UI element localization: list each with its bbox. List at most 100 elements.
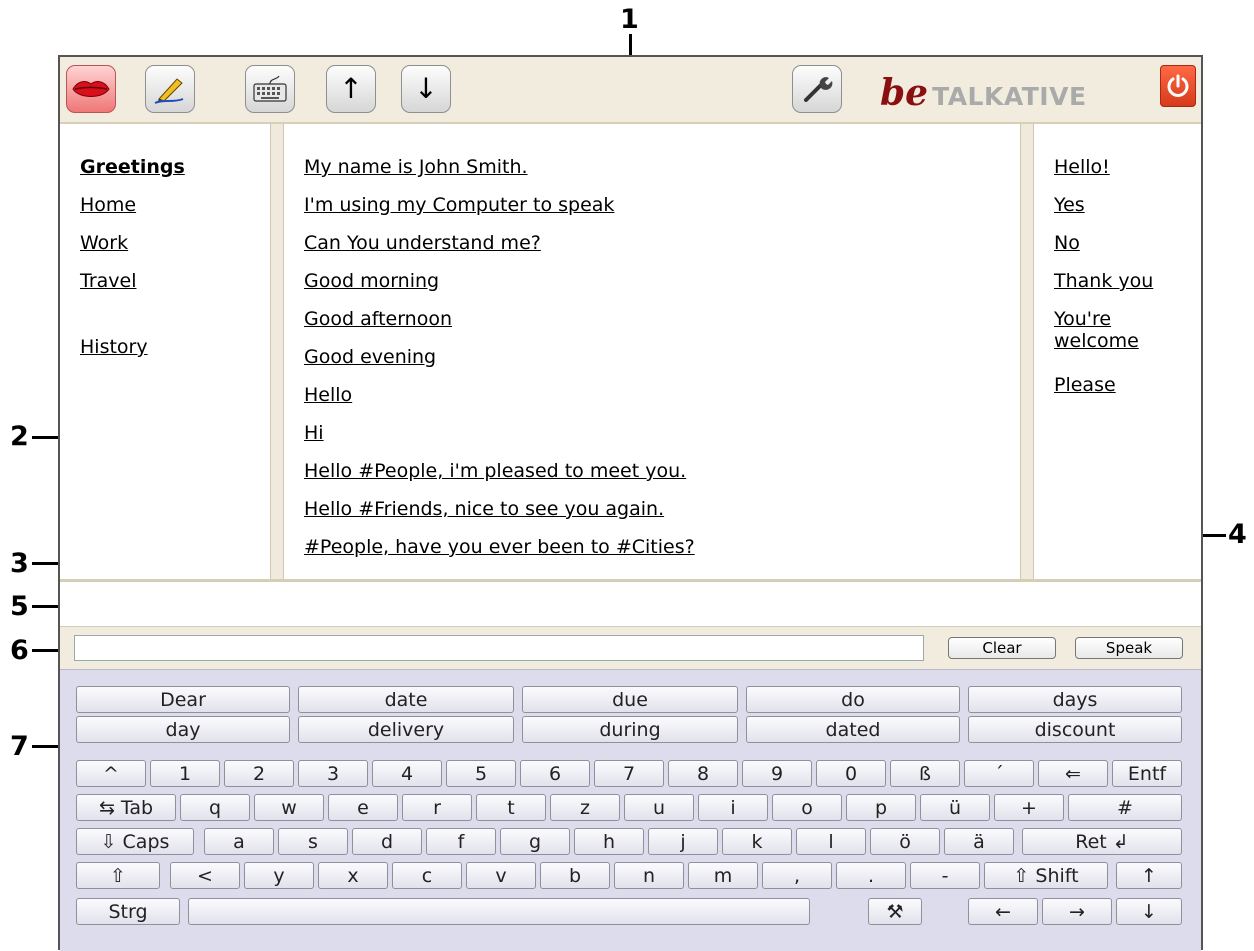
key-ae[interactable]: ä xyxy=(944,828,1014,855)
key-shift-left[interactable]: ⇧ xyxy=(76,862,160,889)
key-m[interactable]: m xyxy=(688,862,758,889)
quick-yes[interactable]: Yes xyxy=(1054,194,1085,216)
key-k[interactable]: k xyxy=(722,828,792,855)
key-caret[interactable]: ^ xyxy=(76,760,146,787)
key-u[interactable]: u xyxy=(624,794,694,821)
key-3[interactable]: 3 xyxy=(298,760,368,787)
key-tools[interactable]: ⚒ xyxy=(868,898,922,925)
key-s[interactable]: s xyxy=(278,828,348,855)
key-8[interactable]: 8 xyxy=(668,760,738,787)
key-z[interactable]: z xyxy=(550,794,620,821)
phrase-item[interactable]: Hello #People, i'm pleased to meet you. xyxy=(304,460,686,482)
key-0[interactable]: 0 xyxy=(816,760,886,787)
suggestion-key[interactable]: do xyxy=(746,686,960,713)
keyboard-toggle-button[interactable] xyxy=(245,65,295,113)
suggestion-key[interactable]: due xyxy=(522,686,738,713)
key-less-than[interactable]: < xyxy=(170,862,240,889)
key-backspace[interactable]: ⇐ xyxy=(1038,760,1108,787)
key-2[interactable]: 2 xyxy=(224,760,294,787)
pane-splitter-right[interactable] xyxy=(1020,124,1034,579)
key-tab[interactable]: ⇆ Tab xyxy=(76,794,176,821)
key-9[interactable]: 9 xyxy=(742,760,812,787)
quick-no[interactable]: No xyxy=(1054,232,1080,254)
key-minus[interactable]: - xyxy=(910,862,980,889)
key-l[interactable]: l xyxy=(796,828,866,855)
phrase-item[interactable]: Good evening xyxy=(304,346,436,368)
quick-youre-welcome[interactable]: You're welcome xyxy=(1054,308,1164,352)
suggestion-key[interactable]: during xyxy=(522,716,738,743)
key-acute[interactable]: ´ xyxy=(964,760,1034,787)
key-period[interactable]: . xyxy=(836,862,906,889)
suggestion-key[interactable]: days xyxy=(968,686,1182,713)
text-input[interactable] xyxy=(74,635,924,661)
phrase-item[interactable]: #People, have you ever been to #Cities? xyxy=(304,536,695,558)
scroll-up-button[interactable]: ↑ xyxy=(326,65,376,113)
key-p[interactable]: p xyxy=(846,794,916,821)
quick-hello[interactable]: Hello! xyxy=(1054,156,1110,178)
key-y[interactable]: y xyxy=(244,862,314,889)
key-a[interactable]: a xyxy=(204,828,274,855)
key-v[interactable]: v xyxy=(466,862,536,889)
key-h[interactable]: h xyxy=(574,828,644,855)
power-button[interactable] xyxy=(1160,65,1196,107)
phrase-item[interactable]: I'm using my Computer to speak xyxy=(304,194,614,216)
key-arrow-left[interactable]: ← xyxy=(968,898,1038,925)
phrase-item[interactable]: Can You understand me? xyxy=(304,232,541,254)
key-arrow-right[interactable]: → xyxy=(1042,898,1112,925)
key-4[interactable]: 4 xyxy=(372,760,442,787)
suggestion-key[interactable]: day xyxy=(76,716,290,743)
phrase-item[interactable]: My name is John Smith. xyxy=(304,156,528,178)
suggestion-key[interactable]: Dear xyxy=(76,686,290,713)
key-t[interactable]: t xyxy=(476,794,546,821)
suggestion-key[interactable]: dated xyxy=(746,716,960,743)
category-history[interactable]: History xyxy=(80,336,148,358)
quick-please[interactable]: Please xyxy=(1054,374,1116,396)
phrase-item[interactable]: Hello xyxy=(304,384,352,406)
key-b[interactable]: b xyxy=(540,862,610,889)
category-travel[interactable]: Travel xyxy=(80,270,136,292)
suggestion-key[interactable]: discount xyxy=(968,716,1182,743)
pane-splitter-left[interactable] xyxy=(270,124,284,579)
key-plus[interactable]: + xyxy=(994,794,1064,821)
key-space[interactable] xyxy=(188,898,810,925)
speak-text-button[interactable]: Speak xyxy=(1075,637,1183,659)
suggestion-key[interactable]: delivery xyxy=(298,716,514,743)
key-g[interactable]: g xyxy=(500,828,570,855)
phrase-item[interactable]: Good morning xyxy=(304,270,439,292)
key-arrow-down[interactable]: ↓ xyxy=(1116,898,1182,925)
key-5[interactable]: 5 xyxy=(446,760,516,787)
key-ue[interactable]: ü xyxy=(920,794,990,821)
key-ctrl[interactable]: Strg xyxy=(76,898,180,925)
key-eszett[interactable]: ß xyxy=(890,760,960,787)
key-oe[interactable]: ö xyxy=(870,828,940,855)
speak-button[interactable] xyxy=(66,65,116,113)
key-i[interactable]: i xyxy=(698,794,768,821)
key-1[interactable]: 1 xyxy=(150,760,220,787)
key-shift-right[interactable]: ⇧ Shift xyxy=(984,862,1108,889)
key-arrow-up[interactable]: ↑ xyxy=(1116,862,1182,889)
category-greetings[interactable]: Greetings xyxy=(80,156,185,178)
key-o[interactable]: o xyxy=(772,794,842,821)
phrase-item[interactable]: Hi xyxy=(304,422,324,444)
key-w[interactable]: w xyxy=(254,794,324,821)
category-work[interactable]: Work xyxy=(80,232,128,254)
key-comma[interactable]: , xyxy=(762,862,832,889)
key-delete[interactable]: Entf xyxy=(1112,760,1182,787)
key-q[interactable]: q xyxy=(180,794,250,821)
key-hash[interactable]: # xyxy=(1068,794,1182,821)
key-6[interactable]: 6 xyxy=(520,760,590,787)
settings-button[interactable] xyxy=(792,65,842,113)
key-x[interactable]: x xyxy=(318,862,388,889)
key-caps[interactable]: ⇩ Caps xyxy=(76,828,194,855)
key-n[interactable]: n xyxy=(614,862,684,889)
key-d[interactable]: d xyxy=(352,828,422,855)
key-r[interactable]: r xyxy=(402,794,472,821)
key-f[interactable]: f xyxy=(426,828,496,855)
key-return[interactable]: Ret ↲ xyxy=(1022,828,1182,855)
key-7[interactable]: 7 xyxy=(594,760,664,787)
category-home[interactable]: Home xyxy=(80,194,136,216)
phrase-item[interactable]: Hello #Friends, nice to see you again. xyxy=(304,498,664,520)
suggestion-key[interactable]: date xyxy=(298,686,514,713)
key-c[interactable]: c xyxy=(392,862,462,889)
edit-button[interactable] xyxy=(145,65,195,113)
